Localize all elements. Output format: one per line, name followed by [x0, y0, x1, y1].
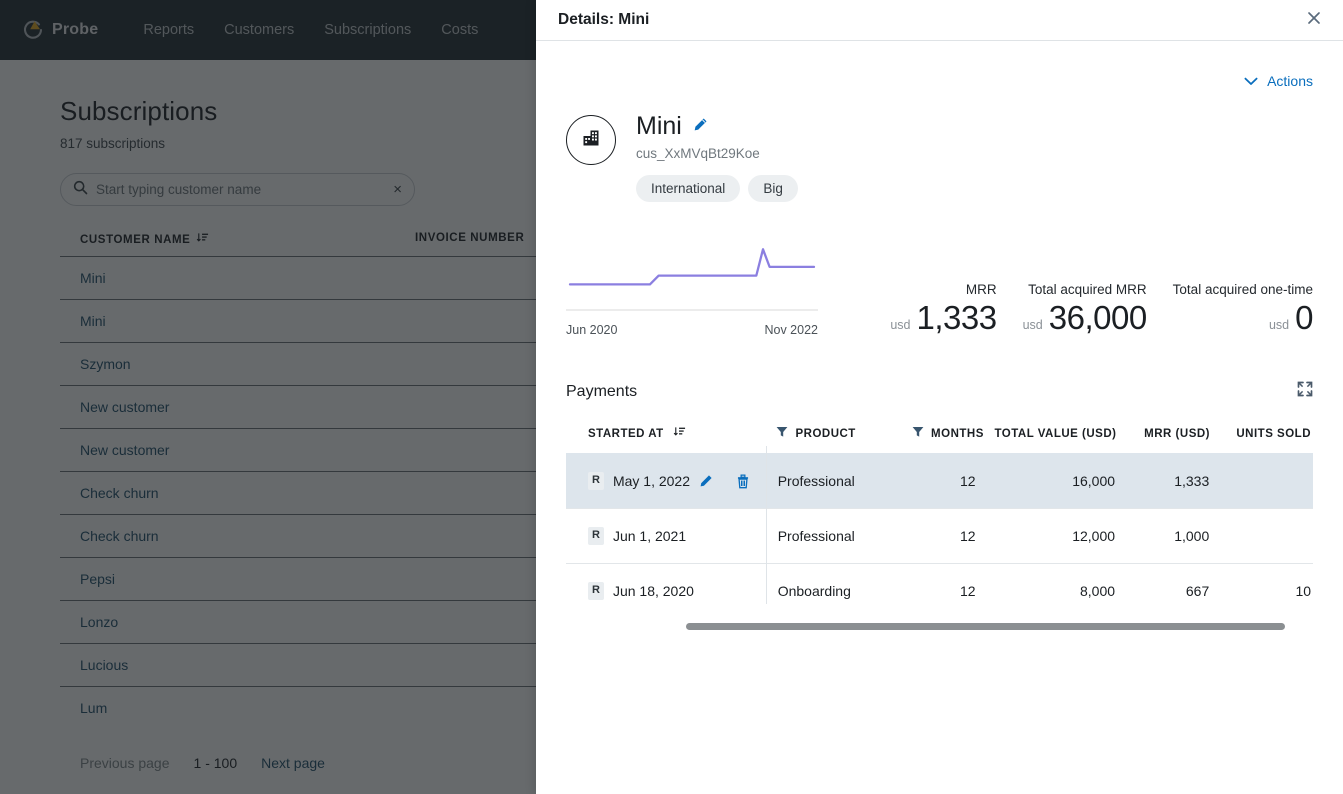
- sort-descending-icon[interactable]: [673, 426, 686, 441]
- kpi-card: MRR usd 1,333: [864, 282, 997, 337]
- chevron-down-icon: [1244, 73, 1258, 89]
- column-label-product: PRODUCT: [795, 427, 856, 440]
- column-header-started-at[interactable]: STARTED AT: [566, 426, 754, 441]
- payment-product: Onboarding: [777, 583, 851, 599]
- kpi-group: MRR usd 1,333 Total acquired MRR usd 36,000 To…: [818, 282, 1313, 337]
- filter-icon[interactable]: [776, 426, 788, 441]
- column-header-units-sold[interactable]: UNITS SOLD: [1210, 428, 1313, 440]
- column-label-months: MONTHS: [931, 427, 984, 440]
- kpi-value: usd 1,333: [890, 299, 997, 337]
- customer-identity: Mini cus_XxMVqBt29Koe International Big: [636, 112, 798, 202]
- drawer-title: Details: Mini: [558, 11, 650, 28]
- payment-date-cell: R Jun 1, 2021: [566, 527, 756, 545]
- drawer-header: Details: Mini: [536, 0, 1343, 41]
- payment-date-cell: R Jun 18, 2020: [566, 582, 756, 600]
- scrollbar-thumb[interactable]: [686, 623, 1285, 630]
- customer-tag[interactable]: Big: [748, 175, 798, 202]
- modal-scrim[interactable]: [0, 0, 536, 794]
- kpi-number: 1,333: [916, 299, 997, 336]
- building-icon: [580, 127, 602, 154]
- payment-date-cell: R May 1, 2022: [566, 472, 756, 490]
- expand-icon[interactable]: [1297, 381, 1313, 402]
- column-divider: [766, 446, 767, 604]
- customer-tags: International Big: [636, 175, 798, 202]
- filter-icon[interactable]: [912, 426, 924, 441]
- sparkline-x-start: Jun 2020: [566, 323, 618, 337]
- kpi-number: 36,000: [1048, 299, 1147, 336]
- edit-pencil-icon[interactable]: [693, 117, 708, 137]
- payment-total-value: 16,000: [1072, 473, 1116, 489]
- payment-mrr: 1,333: [1174, 473, 1210, 489]
- metrics-strip: Jun 2020 Nov 2022 MRR usd 1,333 Total acqui…: [566, 240, 1313, 337]
- details-drawer: Details: Mini Actions Mini cus_XxMVqBt29…: [536, 0, 1343, 794]
- payments-header: Payments: [566, 381, 1313, 402]
- horizontal-scrollbar[interactable]: [686, 623, 1285, 630]
- kpi-currency: usd: [890, 318, 911, 332]
- sparkline-svg: [566, 248, 818, 311]
- close-icon[interactable]: [1303, 7, 1325, 33]
- kpi-value: usd 36,000: [1022, 299, 1148, 337]
- payment-row[interactable]: R Jun 1, 2021 Professional 12 12,000 1,000: [566, 508, 1313, 563]
- payments-title: Payments: [566, 382, 638, 400]
- avatar: [566, 115, 616, 165]
- kpi-card: Total acquired one-time usd 0: [1147, 282, 1314, 337]
- customer-tag[interactable]: International: [636, 175, 741, 202]
- kpi-number: 0: [1295, 299, 1313, 336]
- payment-started-at: Jun 1, 2021: [612, 528, 687, 544]
- customer-block: Mini cus_XxMVqBt29Koe International Big: [566, 112, 1313, 202]
- app-root: Probe Reports Customers Subscriptions Co…: [0, 0, 1343, 794]
- payment-months: 12: [960, 473, 976, 489]
- kpi-currency: usd: [1022, 318, 1043, 332]
- payment-row[interactable]: R Jun 18, 2020 Onboarding 12 8,000 667 10: [566, 563, 1313, 618]
- recurring-badge: R: [588, 472, 604, 490]
- payment-started-at: Jun 18, 2020: [612, 583, 694, 599]
- kpi-label: Total acquired one-time: [1172, 282, 1313, 297]
- delete-trash-icon[interactable]: [736, 474, 750, 489]
- column-header-total-value[interactable]: TOTAL VALUE (USD): [978, 428, 1116, 440]
- payment-units-sold: 10: [1295, 583, 1312, 599]
- column-header-product[interactable]: PRODUCT: [754, 426, 898, 441]
- sparkline-axis: Jun 2020 Nov 2022: [566, 323, 818, 337]
- payments-table: STARTED AT PRODUCT MONTHS TOTAL VALUE (U…: [566, 426, 1313, 630]
- column-header-months[interactable]: MONTHS: [898, 426, 983, 441]
- recurring-badge: R: [588, 582, 604, 600]
- actions-row: Actions: [566, 41, 1313, 89]
- kpi-label: Total acquired MRR: [1028, 282, 1147, 297]
- payment-product: Professional: [777, 473, 855, 489]
- payment-months: 12: [960, 528, 976, 544]
- customer-name: Mini: [636, 112, 682, 140]
- payment-row[interactable]: R May 1, 2022 Professional 12 16,000 1,333: [566, 453, 1313, 508]
- payments-body: R May 1, 2022 Professional 12 16,000 1,333 R Ju…: [566, 453, 1313, 618]
- column-header-mrr[interactable]: MRR (USD): [1116, 428, 1210, 440]
- actions-button[interactable]: Actions: [1244, 73, 1313, 89]
- payment-started-at: May 1, 2022: [612, 473, 691, 489]
- payment-total-value: 12,000: [1072, 528, 1116, 544]
- payment-mrr: 667: [1185, 583, 1210, 599]
- payment-product: Professional: [777, 528, 855, 544]
- payment-months: 12: [960, 583, 976, 599]
- customer-id: cus_XxMVqBt29Koe: [636, 146, 760, 161]
- mrr-sparkline-chart: Jun 2020 Nov 2022: [566, 240, 818, 337]
- edit-pencil-icon[interactable]: [699, 474, 713, 488]
- payments-header-row: STARTED AT PRODUCT MONTHS TOTAL VALUE (U…: [566, 426, 1313, 453]
- kpi-label: MRR: [965, 282, 997, 297]
- drawer-body: Actions Mini cus_XxMVqBt29Koe Internatio…: [536, 41, 1343, 794]
- payment-mrr: 1,000: [1174, 528, 1210, 544]
- kpi-currency: usd: [1268, 318, 1290, 332]
- recurring-badge: R: [588, 527, 604, 545]
- kpi-value: usd 0: [1173, 299, 1314, 337]
- actions-label: Actions: [1267, 73, 1313, 89]
- customer-name-row: Mini: [636, 112, 798, 141]
- payment-total-value: 8,000: [1079, 583, 1116, 599]
- kpi-card: Total acquired MRR usd 36,000: [997, 282, 1148, 337]
- sparkline-x-end: Nov 2022: [764, 323, 818, 337]
- column-label-started-at: STARTED AT: [588, 427, 664, 440]
